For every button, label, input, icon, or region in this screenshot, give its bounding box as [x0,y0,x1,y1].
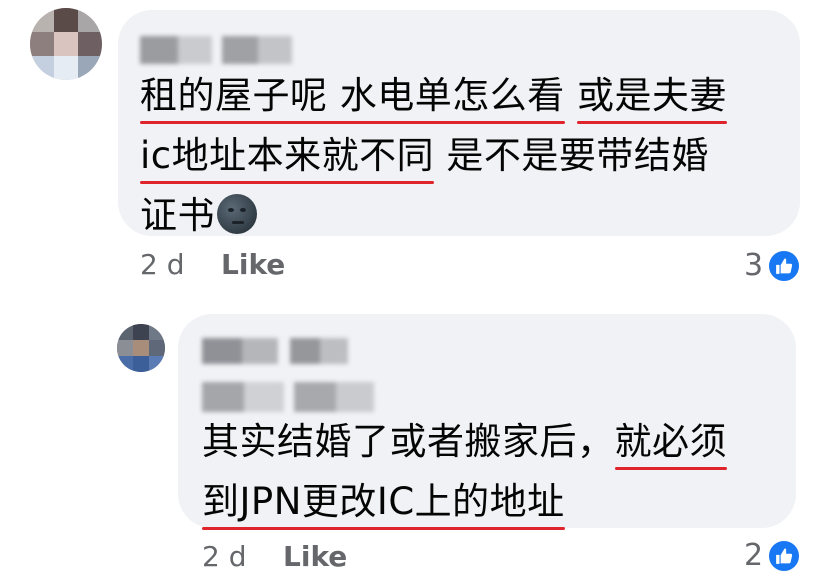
commenter-name[interactable] [140,36,292,64]
new-moon-face-emoji [217,194,257,234]
replier-name[interactable] [202,338,348,364]
like-button[interactable]: Like [221,248,285,281]
reaction-summary[interactable]: 3 [744,248,802,283]
commenter-avatar[interactable] [30,8,102,80]
reply-timestamp[interactable]: 2 d [202,540,247,573]
reply-line: 其实结婚了或者搬家后，就必须 [202,412,727,472]
reply-text: 其实结婚了或者搬家后，就必须 到JPN更改IC上的地址 [202,412,727,532]
underlined-text: ic地址本来就不同 [140,126,435,186]
reaction-summary[interactable]: 2 [744,538,802,573]
thumbs-up-icon [767,538,802,573]
reaction-count: 2 [744,538,764,573]
comment-timestamp[interactable]: 2 d [140,248,185,281]
comment-line: 租的屋子呢 水电单怎么看 或是夫妻 [140,66,728,126]
underlined-text: 就必须 [614,412,728,472]
comment-line: ic地址本来就不同 是不是要带结婚 [140,126,727,186]
comment-bubble: 租的屋子呢 水电单怎么看 或是夫妻 ic地址本来就不同 是不是要带结婚 证书 [118,10,800,237]
reaction-count: 3 [744,248,764,283]
comment-text: 租的屋子呢 水电单怎么看 或是夫妻 ic地址本来就不同 是不是要带结婚 证书 [140,66,728,246]
reply-bubble: 其实结婚了或者搬家后，就必须 到JPN更改IC上的地址 [178,314,796,530]
replier-avatar[interactable] [117,324,165,372]
mention-tag[interactable] [202,382,374,412]
underlined-text: 租的屋子呢 水电单怎么看 [140,66,565,126]
thumbs-up-icon [767,248,802,283]
like-button[interactable]: Like [283,540,347,573]
comment-line: 证书 [140,186,727,246]
reply-line: 到JPN更改IC上的地址 [202,472,727,532]
underlined-text: 到JPN更改IC上的地址 [202,472,565,532]
underlined-text: 或是夫妻 [577,66,728,126]
